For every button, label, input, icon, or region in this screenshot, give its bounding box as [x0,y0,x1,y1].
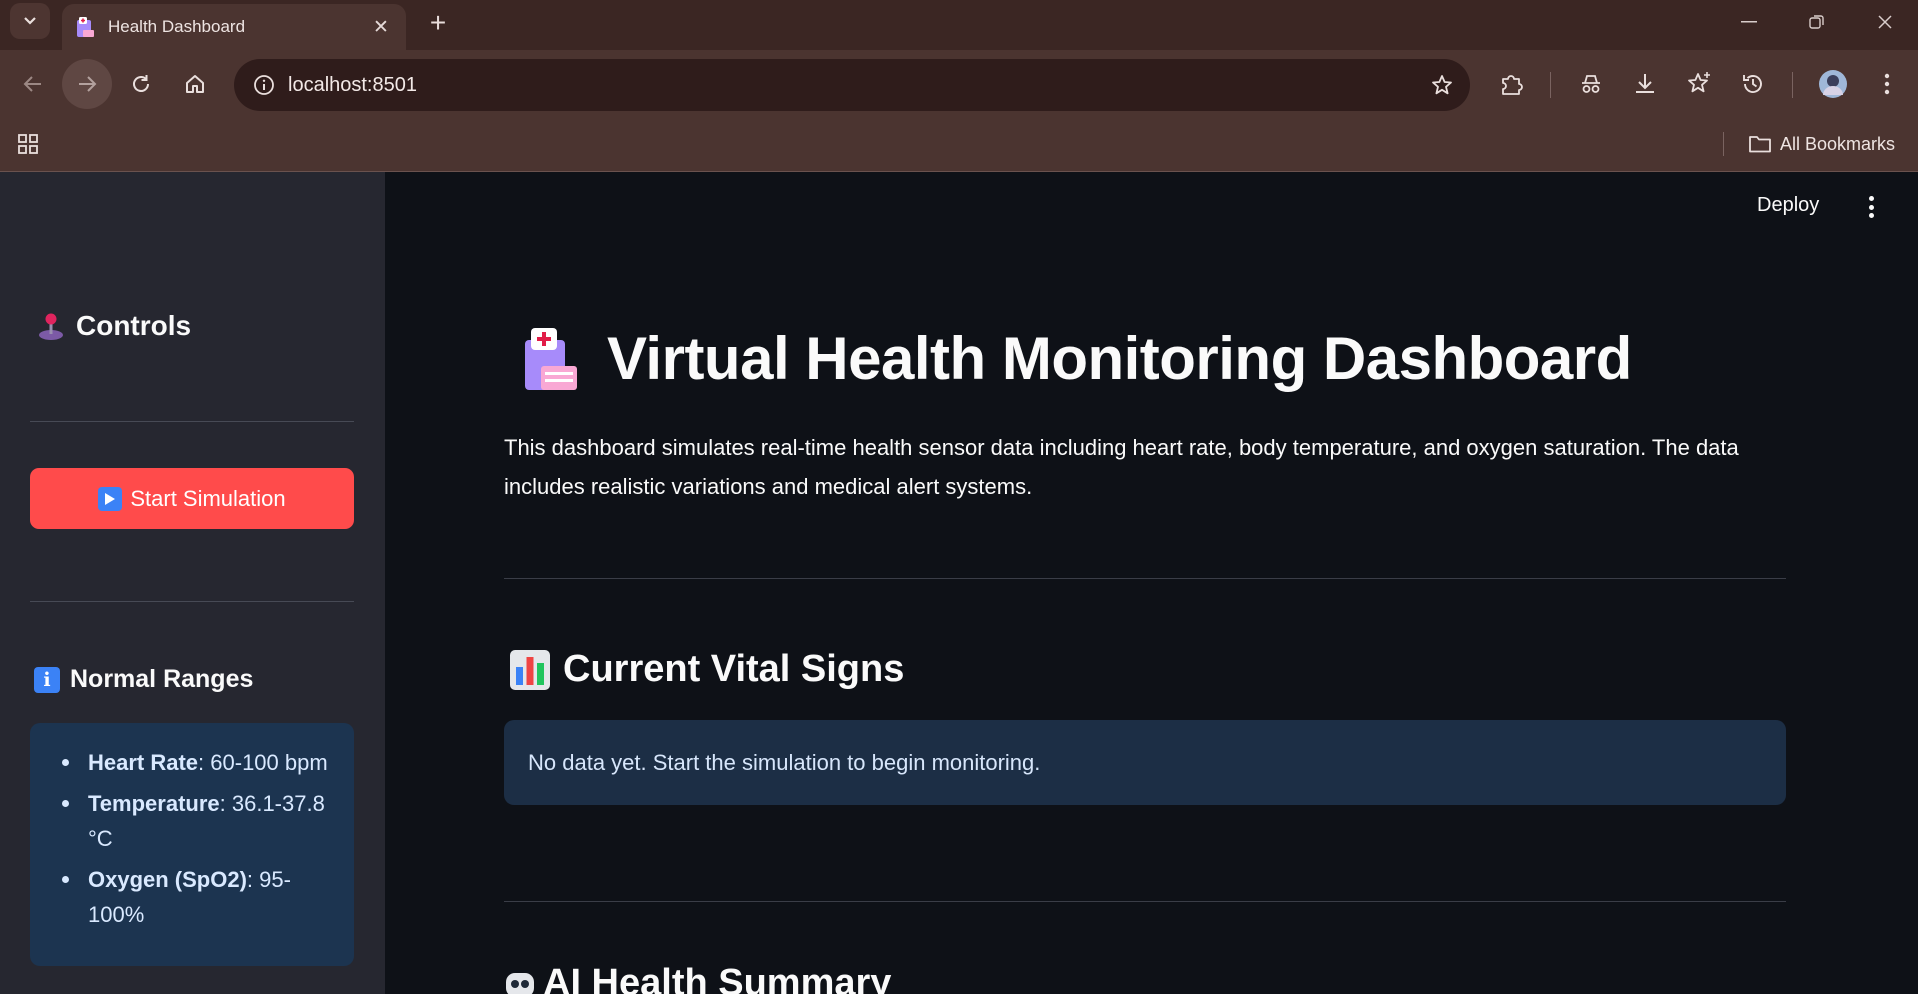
section-divider [504,578,1786,579]
arrow-left-icon [23,76,41,92]
ai-summary-heading: AI Health Summary [503,962,891,994]
url-text[interactable]: localhost:8501 [288,74,1414,97]
restore-icon [1809,15,1824,29]
browser-toolbar: localhost:8501 [0,50,1918,118]
normal-ranges-info-box: Heart Rate: 60-100 bpm Temperature: 36.1… [30,723,354,966]
close-icon[interactable]: ✕ [368,16,394,39]
favorites-icon[interactable] [1678,63,1720,105]
browser-tabstrip: Health Dashboard ✕ + [0,0,1918,50]
vitals-heading: Current Vital Signs [509,648,904,691]
toolbar-separator [1792,72,1793,98]
play-icon [98,486,123,511]
controls-heading-text: Controls [76,310,192,341]
minimize-button[interactable] [1721,4,1777,40]
avatar[interactable] [1812,63,1854,105]
list-item: Temperature: 36.1-37.8 °C [52,786,340,856]
reload-button[interactable] [116,59,166,109]
start-simulation-label: Start Simulation [130,485,286,511]
robot-icon [506,972,534,994]
bookmark-star-icon[interactable] [1414,59,1470,111]
minimize-icon [1741,21,1757,23]
tab-search-button[interactable] [10,3,50,39]
info-icon: i [34,666,60,693]
range-label: Heart Rate [88,750,199,775]
download-icon[interactable] [1624,63,1666,105]
toolbar-separator [1550,72,1551,98]
page-title: Virtual Health Monitoring Dashboard [607,325,1632,392]
home-button[interactable] [170,59,220,109]
normal-ranges-heading: i Normal Ranges [34,665,253,694]
ai-summary-heading-text: AI Health Summary [543,962,892,994]
vitals-heading-text: Current Vital Signs [563,648,905,690]
normal-ranges-heading-text: Normal Ranges [70,665,254,693]
folder-icon [1749,136,1771,153]
start-simulation-button[interactable]: Start Simulation [30,468,354,529]
reload-icon [133,75,149,92]
history-icon[interactable] [1732,63,1774,105]
all-bookmarks-label: All Bookmarks [1780,133,1896,154]
bookmarks-bar: All Bookmarks [0,118,1918,172]
close-icon [1878,15,1892,29]
range-label: Temperature [88,791,220,816]
incognito-icon[interactable] [1570,63,1612,105]
hospital-icon [525,327,577,390]
controls-heading: Controls [36,310,191,342]
main-menu-kebab-icon[interactable] [1865,192,1877,222]
all-bookmarks-button[interactable]: All Bookmarks [1748,128,1895,160]
site-info-icon[interactable] [240,59,288,111]
sidebar-divider [30,421,354,422]
new-tab-button[interactable]: + [420,6,456,42]
address-bar[interactable]: localhost:8501 [234,59,1470,111]
section-divider [504,901,1786,902]
range-label: Oxygen (SpO2) [88,867,247,892]
menu-kebab-icon[interactable] [1866,63,1908,105]
restore-button[interactable] [1789,4,1845,40]
page-description: This dashboard simulates real-time healt… [504,435,1739,499]
home-icon [186,75,204,93]
ranges-list: Heart Rate: 60-100 bpm Temperature: 36.1… [52,745,340,932]
browser-tab-active[interactable]: Health Dashboard ✕ [62,4,406,50]
range-value: : 60-100 bpm [198,750,328,775]
list-item: Oxygen (SpO2): 95-100% [52,862,340,932]
sidebar-divider [30,601,354,602]
arrow-right-icon [79,76,97,92]
no-data-info-alert: No data yet. Start the simulation to beg… [504,720,1786,805]
tab-title: Health Dashboard [108,17,246,36]
chevron-down-icon [24,17,36,25]
extensions-icon[interactable] [1490,63,1532,105]
deploy-button[interactable]: Deploy [1757,194,1819,217]
close-window-button[interactable] [1857,4,1913,40]
list-item: Heart Rate: 60-100 bpm [52,745,340,780]
apps-grid-icon[interactable] [16,132,40,161]
back-button[interactable] [8,59,58,109]
bar-chart-icon [510,649,550,690]
main-content: Deploy Virtual Health Monitoring Dashboa… [385,172,1918,994]
hospital-icon [77,17,94,37]
forward-button[interactable] [62,59,112,109]
sidebar: Controls Start Simulation i Normal Range… [0,172,385,994]
page-title-row: Virtual Health Monitoring Dashboard [519,324,1632,393]
bookmarks-separator [1723,132,1724,156]
joystick-icon [39,313,63,340]
